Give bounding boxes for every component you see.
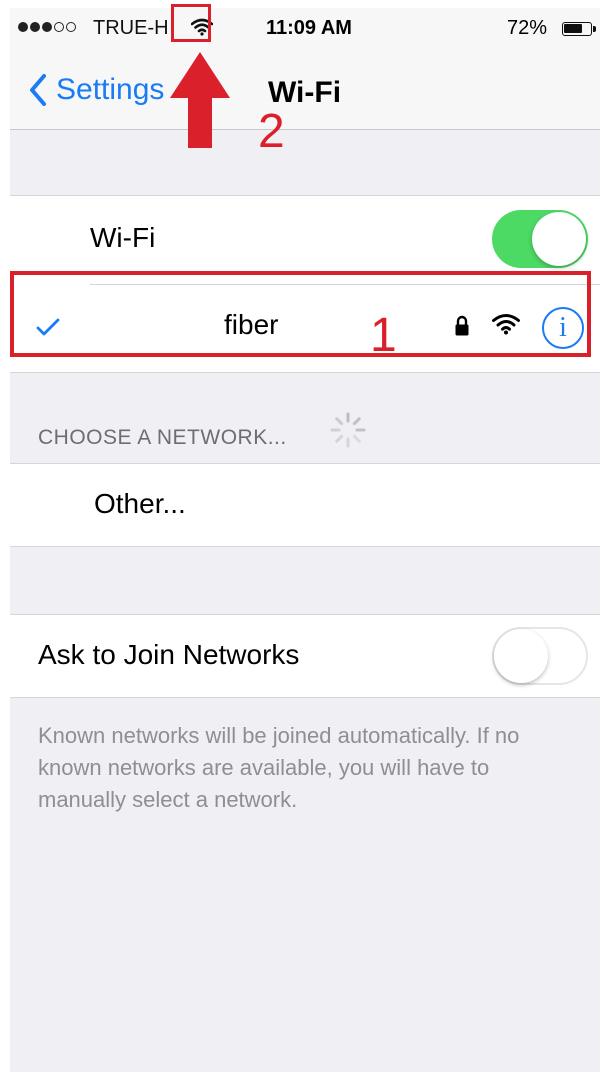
back-button-label: Settings: [56, 73, 165, 106]
ask-to-join-label: Ask to Join Networks: [38, 639, 300, 670]
status-time: 11:09 AM: [266, 17, 352, 39]
ask-to-join-footer: Known networks will be joined automatica…: [38, 723, 520, 812]
annotation-arrow-up-icon: [170, 52, 230, 148]
other-network-label: Other...: [94, 488, 186, 519]
ask-to-join-toggle[interactable]: [492, 627, 588, 685]
other-network-row[interactable]: Other...: [10, 464, 600, 546]
section-header-choose-network: CHOOSE A NETWORK...: [38, 426, 287, 449]
toggle-knob: [494, 629, 548, 683]
battery-percent: 72%: [507, 17, 548, 39]
carrier-name: TRUE-H: [93, 17, 169, 39]
battery-icon: [562, 22, 592, 36]
battery-nub: [593, 26, 596, 32]
annotation-number-2: 2: [258, 105, 285, 158]
toggle-knob: [532, 212, 586, 266]
annotation-box-status-wifi: [171, 4, 211, 42]
loading-spinner-icon: [328, 410, 368, 455]
annotation-box-connected-network: [10, 271, 591, 357]
signal-strength-icon: [18, 22, 76, 32]
status-bar: TRUE-H 11:09 AM 72%: [10, 8, 600, 48]
ask-to-join-group: Ask to Join Networks: [10, 614, 600, 698]
battery-level: [564, 24, 582, 33]
phone-screen: TRUE-H 11:09 AM 72% Settings Wi-Fi Wi-Fi…: [10, 8, 600, 1072]
back-button[interactable]: Settings: [24, 70, 164, 110]
wifi-label: Wi-Fi: [90, 222, 156, 253]
annotation-number-1: 1: [370, 309, 397, 362]
ask-to-join-row: Ask to Join Networks: [10, 615, 600, 697]
chevron-left-icon: [30, 74, 46, 106]
wifi-toggle[interactable]: [492, 210, 588, 268]
navigation-bar: Settings Wi-Fi: [10, 48, 600, 130]
other-network-group: Other...: [10, 463, 600, 547]
